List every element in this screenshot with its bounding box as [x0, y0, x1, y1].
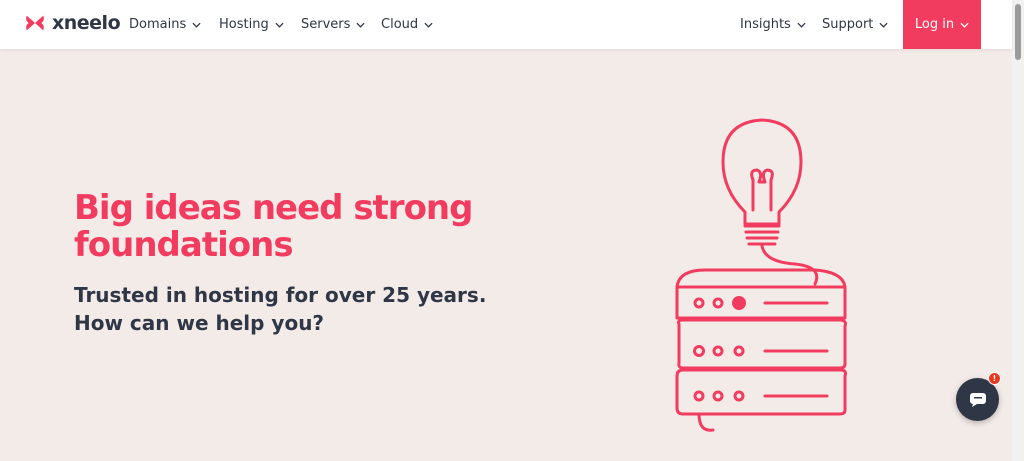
hero-sub-line2: How can we help you? — [74, 311, 325, 335]
chevron-down-icon — [424, 22, 433, 28]
chevron-down-icon — [797, 22, 806, 28]
chevron-down-icon — [960, 22, 969, 28]
hero-headline-line2: foundations — [74, 225, 294, 265]
nav-domains[interactable]: Domains — [129, 0, 201, 49]
scrollbar-thumb[interactable] — [1015, 4, 1021, 60]
login-label: Log in — [914, 17, 955, 32]
chat-notification-badge: ! — [988, 372, 1001, 385]
nav-insights-label: Insights — [740, 17, 791, 32]
nav-support-label: Support — [822, 17, 874, 32]
hero-sub-line1: Trusted in hosting for over 25 years. — [74, 283, 487, 307]
nav-support[interactable]: Support — [822, 0, 888, 49]
chevron-down-icon — [356, 22, 365, 28]
xneelo-logo[interactable]: xneelo — [24, 11, 121, 35]
nav-servers[interactable]: Servers — [301, 0, 365, 49]
nav-insights[interactable]: Insights — [740, 0, 806, 49]
hero-subheading: Trusted in hosting for over 25 years. Ho… — [74, 281, 554, 337]
top-navigation-bar: xneelo Domains Hosting Servers Cloud Ins… — [0, 0, 1012, 49]
nav-domains-label: Domains — [129, 17, 187, 32]
xneelo-butterfly-icon — [26, 15, 44, 31]
logo-text: xneelo — [52, 12, 121, 34]
vertical-scrollbar[interactable] — [1012, 0, 1024, 461]
hero-headline-line1: Big ideas need strong — [74, 188, 473, 228]
chat-icon — [969, 392, 986, 407]
nav-hosting-label: Hosting — [219, 17, 269, 32]
lightbulb-server-stack-icon — [675, 118, 847, 432]
hero-headline: Big ideas need strong foundations — [74, 190, 574, 264]
chevron-down-icon — [192, 22, 201, 28]
chevron-down-icon — [879, 22, 888, 28]
nav-hosting[interactable]: Hosting — [219, 0, 284, 49]
nav-cloud[interactable]: Cloud — [381, 0, 433, 49]
login-button[interactable]: Log in — [903, 0, 981, 49]
chevron-down-icon — [275, 22, 284, 28]
nav-cloud-label: Cloud — [381, 17, 419, 32]
nav-servers-label: Servers — [301, 17, 351, 32]
